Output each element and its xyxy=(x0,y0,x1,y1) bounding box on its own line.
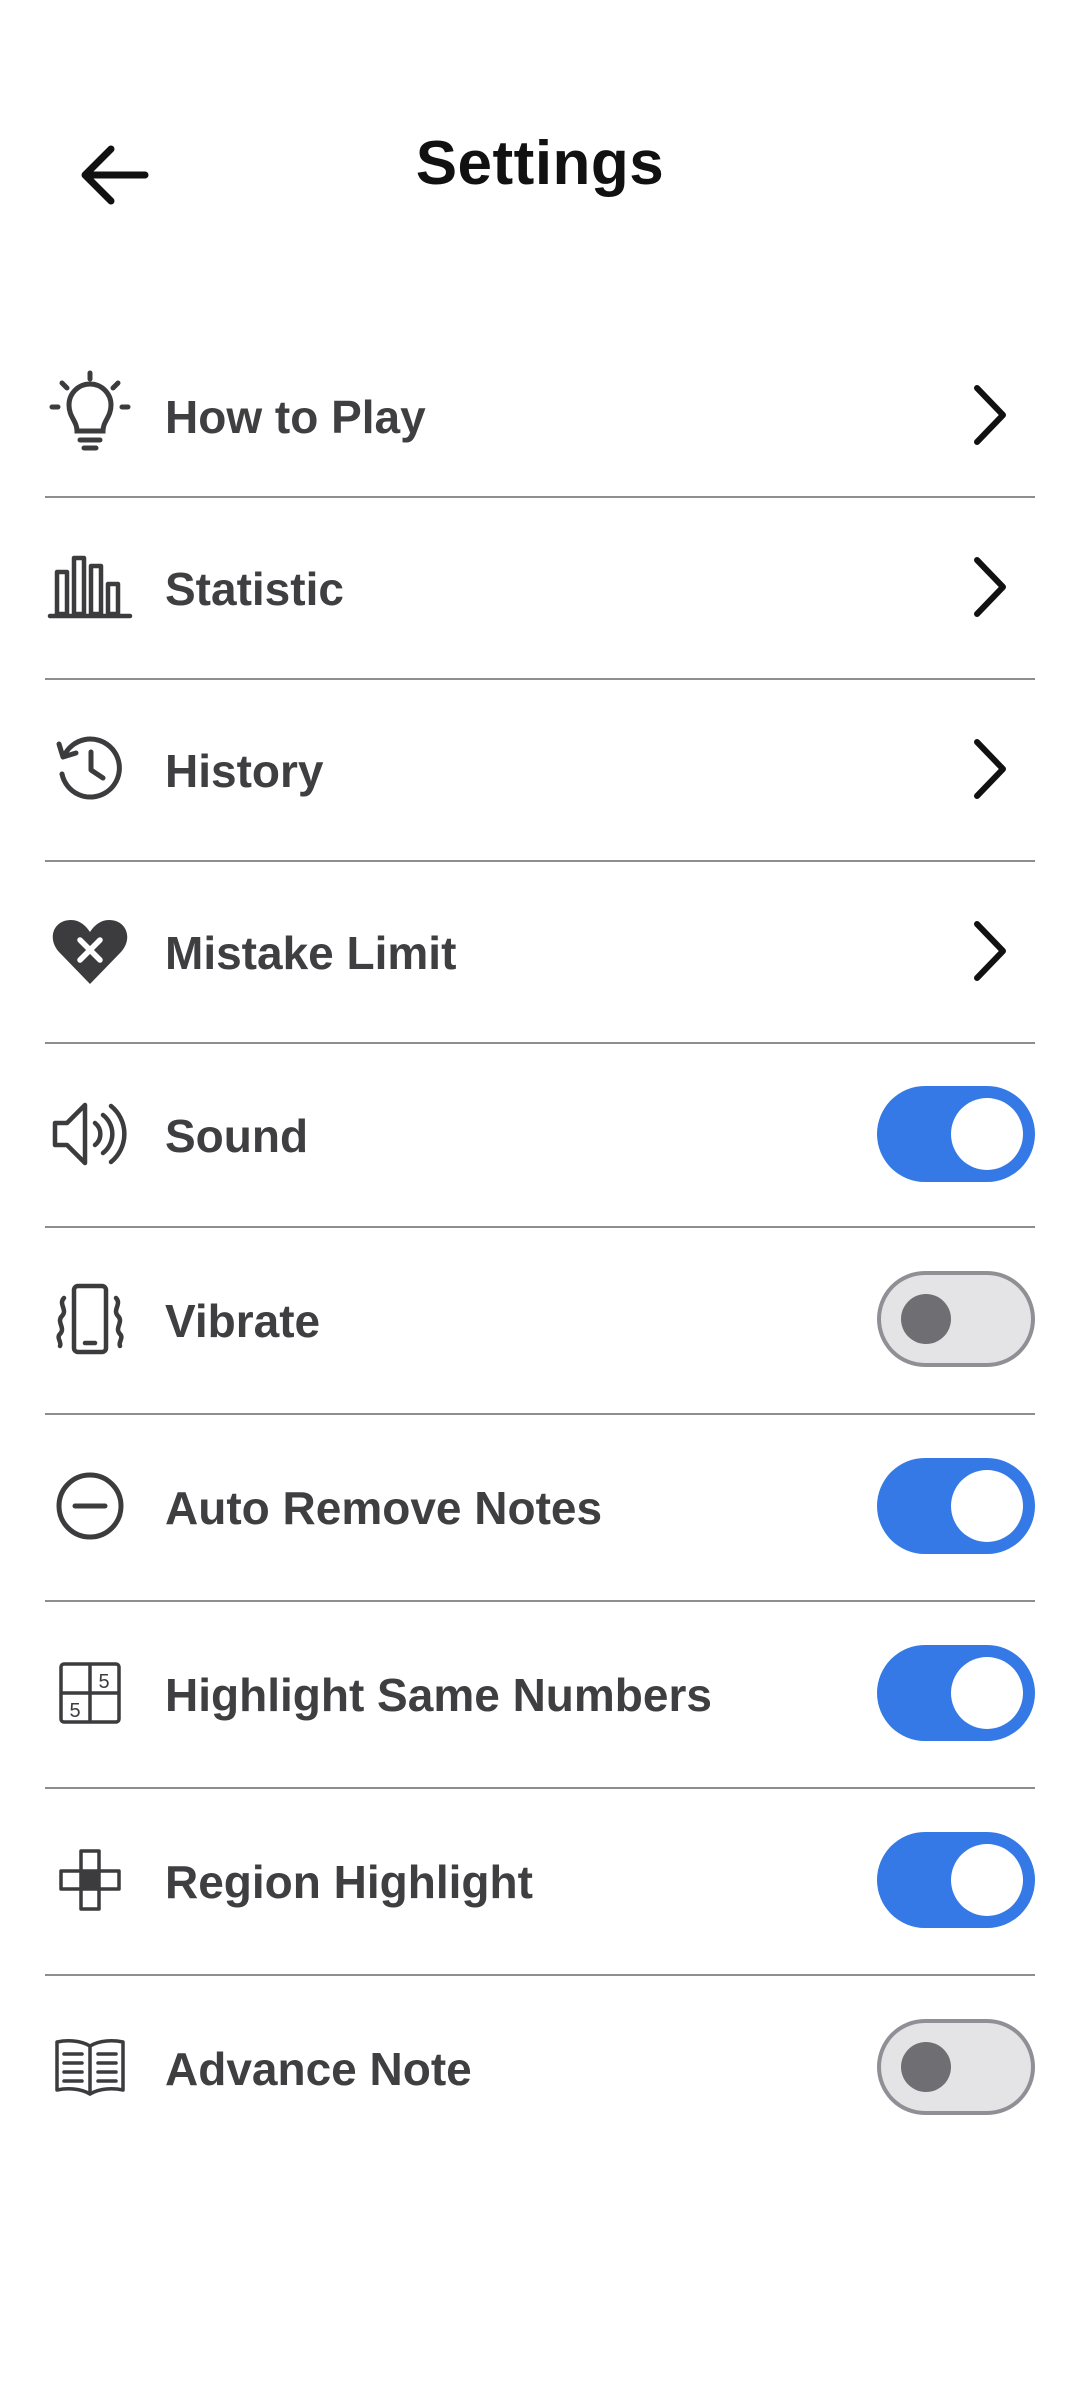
settings-item-mistake-limit[interactable]: Mistake Limit xyxy=(45,860,1035,1044)
toggle-knob xyxy=(951,1844,1023,1916)
settings-item-highlight-same-numbers[interactable]: 5 5 Highlight Same Numbers xyxy=(45,1600,1035,1789)
settings-item-history[interactable]: History xyxy=(45,678,1035,862)
toggle-knob xyxy=(951,1098,1023,1170)
settings-item-label: Mistake Limit xyxy=(165,927,457,979)
settings-item-how-to-play[interactable]: How to Play xyxy=(45,340,1035,498)
svg-text:5: 5 xyxy=(98,1671,109,1693)
settings-item-label: Highlight Same Numbers xyxy=(165,1669,712,1721)
grid-numbers-icon: 5 5 xyxy=(45,1648,135,1738)
speaker-icon xyxy=(45,1089,135,1179)
minus-circle-icon xyxy=(45,1461,135,1551)
svg-text:5: 5 xyxy=(69,1700,80,1722)
settings-item-label: Vibrate xyxy=(165,1295,321,1347)
chevron-right-icon xyxy=(955,370,1025,460)
settings-item-label: Region Highlight xyxy=(165,1856,533,1908)
settings-item-label: Sound xyxy=(165,1110,309,1162)
page-title: Settings xyxy=(415,129,665,198)
region-cross-icon xyxy=(45,1835,135,1925)
lightbulb-icon xyxy=(45,365,135,455)
header: Settings xyxy=(0,0,1080,340)
phone-vibrate-icon xyxy=(45,1274,135,1364)
vibrate-toggle[interactable] xyxy=(877,1271,1035,1367)
settings-item-advance-note[interactable]: Advance Note xyxy=(45,1974,1035,2161)
sound-toggle[interactable] xyxy=(877,1086,1035,1182)
settings-item-vibrate[interactable]: Vibrate xyxy=(45,1226,1035,1415)
settings-item-statistic[interactable]: Statistic xyxy=(45,496,1035,680)
highlight-same-numbers-toggle[interactable] xyxy=(877,1645,1035,1741)
settings-item-label: How to Play xyxy=(165,391,426,443)
bar-chart-icon xyxy=(45,542,135,632)
advance-note-toggle[interactable] xyxy=(877,2019,1035,2115)
toggle-knob xyxy=(951,1657,1023,1729)
open-book-icon xyxy=(45,2022,135,2112)
toggle-knob xyxy=(901,2042,951,2092)
auto-remove-notes-toggle[interactable] xyxy=(877,1458,1035,1554)
settings-item-label: Statistic xyxy=(165,563,344,615)
settings-item-label: Advance Note xyxy=(165,2043,472,2095)
heart-x-icon xyxy=(45,906,135,996)
toggle-knob xyxy=(901,1294,951,1344)
settings-item-label: Auto Remove Notes xyxy=(165,1482,603,1534)
settings-item-auto-remove-notes[interactable]: Auto Remove Notes xyxy=(45,1413,1035,1602)
settings-item-label: History xyxy=(165,745,324,797)
region-highlight-toggle[interactable] xyxy=(877,1832,1035,1928)
chevron-right-icon xyxy=(955,906,1025,996)
toggle-knob xyxy=(951,1470,1023,1542)
chevron-right-icon xyxy=(955,724,1025,814)
history-clock-icon xyxy=(45,724,135,814)
settings-item-sound[interactable]: Sound xyxy=(45,1042,1035,1228)
settings-item-region-highlight[interactable]: Region Highlight xyxy=(45,1787,1035,1976)
chevron-right-icon xyxy=(955,542,1025,632)
